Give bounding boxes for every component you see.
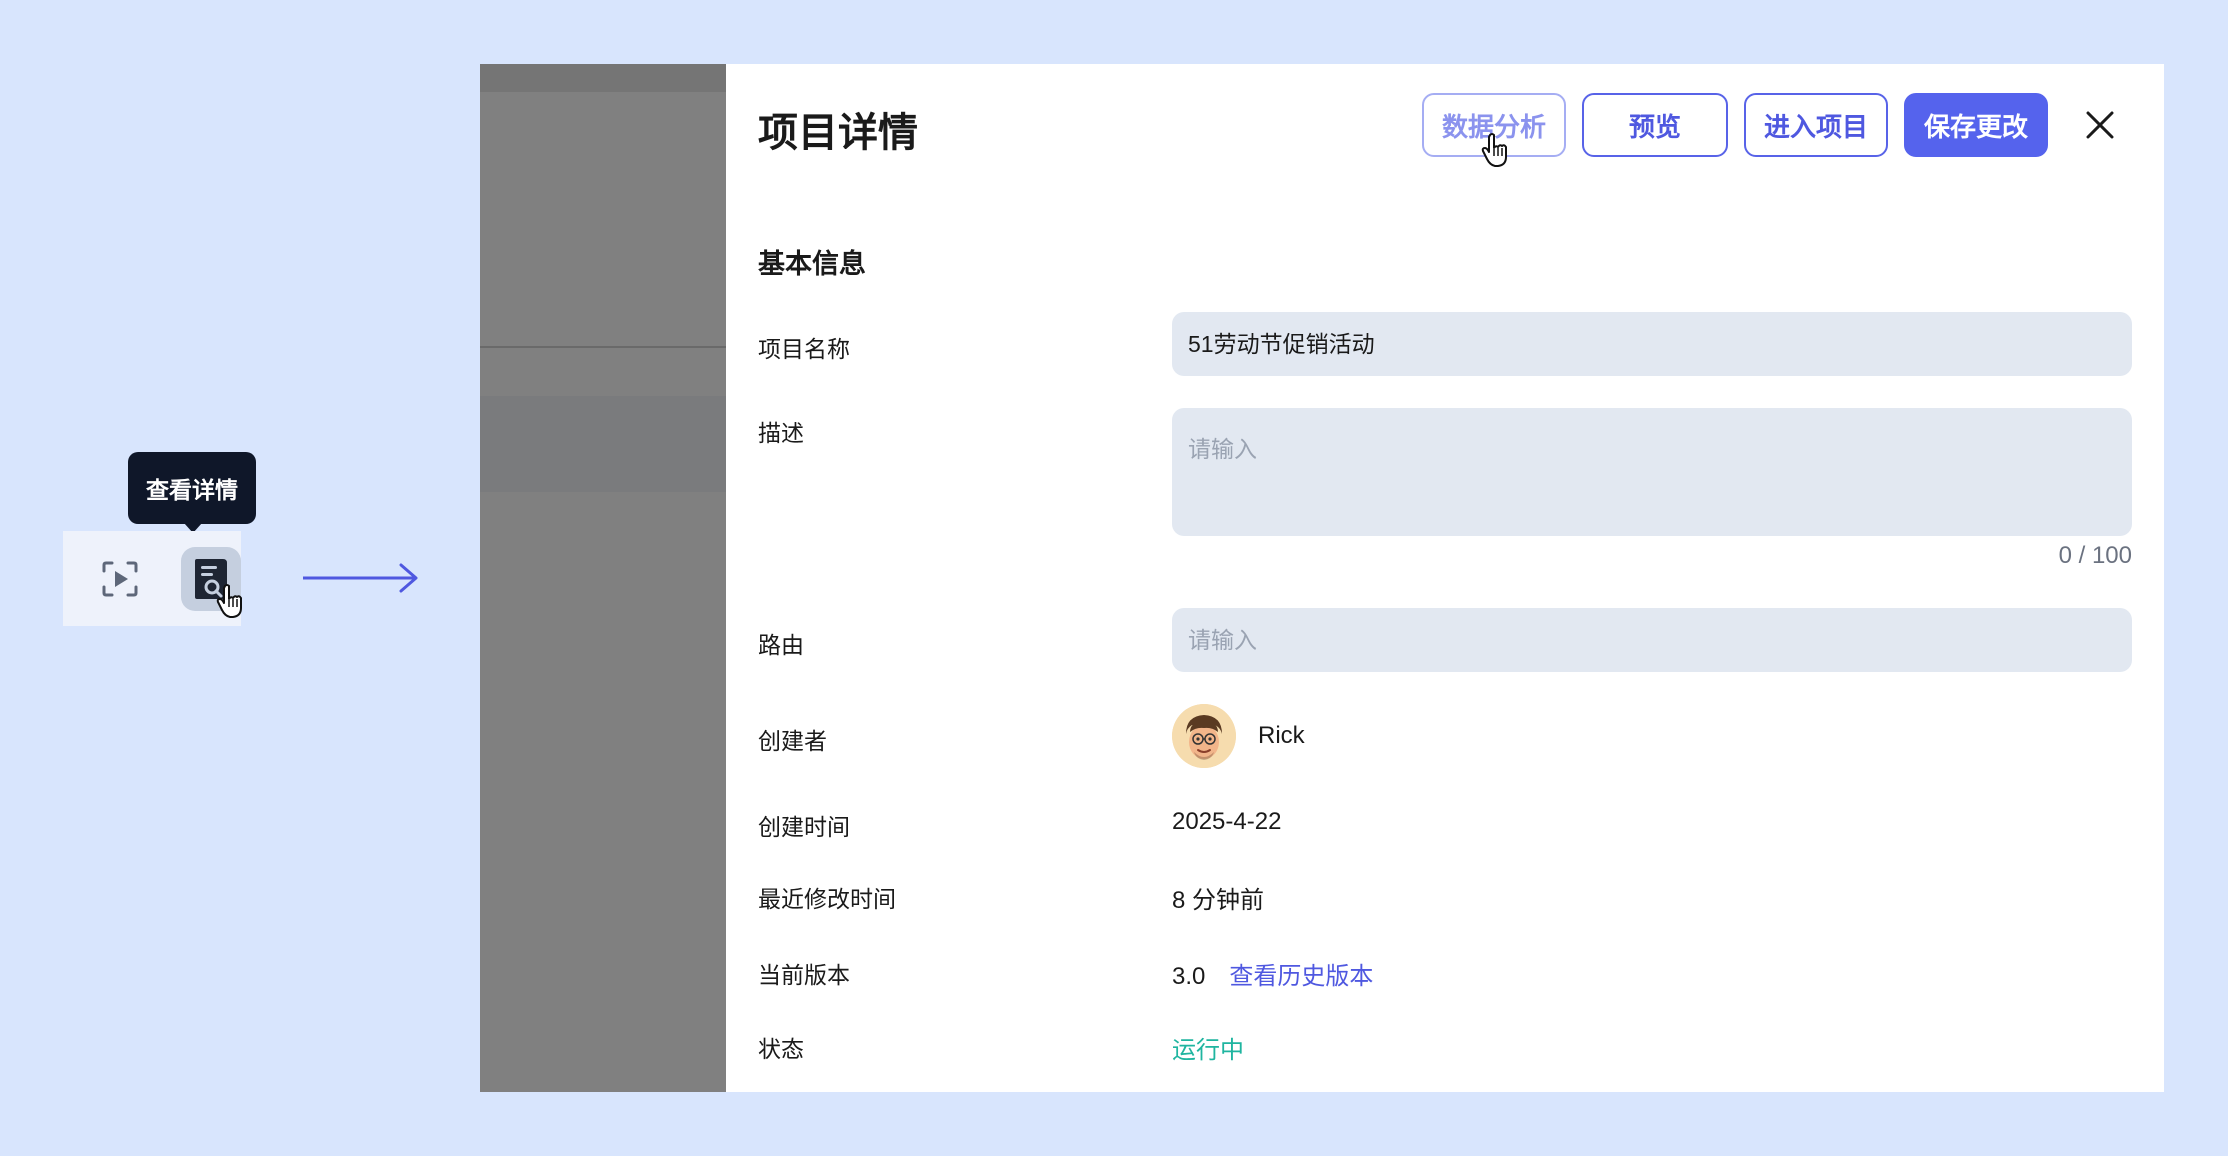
close-icon	[2086, 111, 2114, 139]
memoji-avatar-icon	[1172, 704, 1236, 768]
header-actions: 数据分析 预览 进入项目 保存更改	[1422, 93, 2120, 167]
preview-label: 预览	[1628, 111, 1681, 142]
flow-arrow-icon	[303, 563, 418, 593]
route-input[interactable]: 请输入	[1172, 608, 2132, 672]
hand-cursor-icon	[216, 583, 242, 618]
project-detail-drawer: 项目详情 数据分析 预览 进入项目 保存更改 基本信息 项目名称 51劳动节促销…	[726, 64, 2164, 1092]
save-changes-button[interactable]: 保存更改	[1904, 93, 2048, 157]
screen-record-button[interactable]	[90, 547, 151, 611]
status-value: 运行中	[1172, 1037, 1244, 1064]
enter-project-button[interactable]: 进入项目	[1744, 93, 1888, 157]
created-time-label: 创建时间	[758, 814, 850, 840]
preview-button[interactable]: 预览	[1582, 93, 1728, 157]
tooltip-text: 查看详情	[146, 477, 238, 503]
version-row: 3.0 查看历史版本	[1172, 956, 1373, 991]
hand-cursor-icon	[1481, 133, 1507, 167]
version-value: 3.0	[1172, 963, 1206, 990]
enter-project-label: 进入项目	[1763, 111, 1868, 142]
modal-overlay[interactable]	[480, 64, 726, 1092]
description-textarea[interactable]: 请输入	[1172, 408, 2132, 536]
avatar	[1172, 704, 1236, 768]
close-button[interactable]	[2080, 105, 2120, 145]
tooltip: 查看详情	[128, 452, 256, 533]
data-analysis-button[interactable]: 数据分析	[1422, 93, 1566, 167]
description-label: 描述	[758, 420, 804, 446]
view-details-button[interactable]	[180, 546, 242, 618]
version-history-link[interactable]: 查看历史版本	[1229, 963, 1373, 990]
created-time-value: 2025-4-22	[1172, 808, 1282, 835]
mini-toolbar	[63, 531, 242, 626]
description-char-counter: 0 / 100	[2058, 542, 2132, 569]
status-label: 状态	[758, 1036, 804, 1062]
section-title: 基本信息	[758, 249, 866, 279]
drawer-title: 项目详情	[758, 111, 918, 155]
modified-time-label: 最近修改时间	[758, 886, 896, 912]
save-changes-label: 保存更改	[1923, 111, 2028, 142]
project-name-input[interactable]: 51劳动节促销活动	[1172, 312, 2132, 376]
creator-label: 创建者	[758, 728, 827, 754]
creator-name: Rick	[1258, 722, 1305, 749]
name-label: 项目名称	[758, 336, 850, 362]
version-label: 当前版本	[758, 962, 850, 988]
modified-time-value: 8 分钟前	[1172, 887, 1265, 914]
route-label: 路由	[758, 632, 804, 658]
screen-record-icon	[102, 561, 138, 596]
